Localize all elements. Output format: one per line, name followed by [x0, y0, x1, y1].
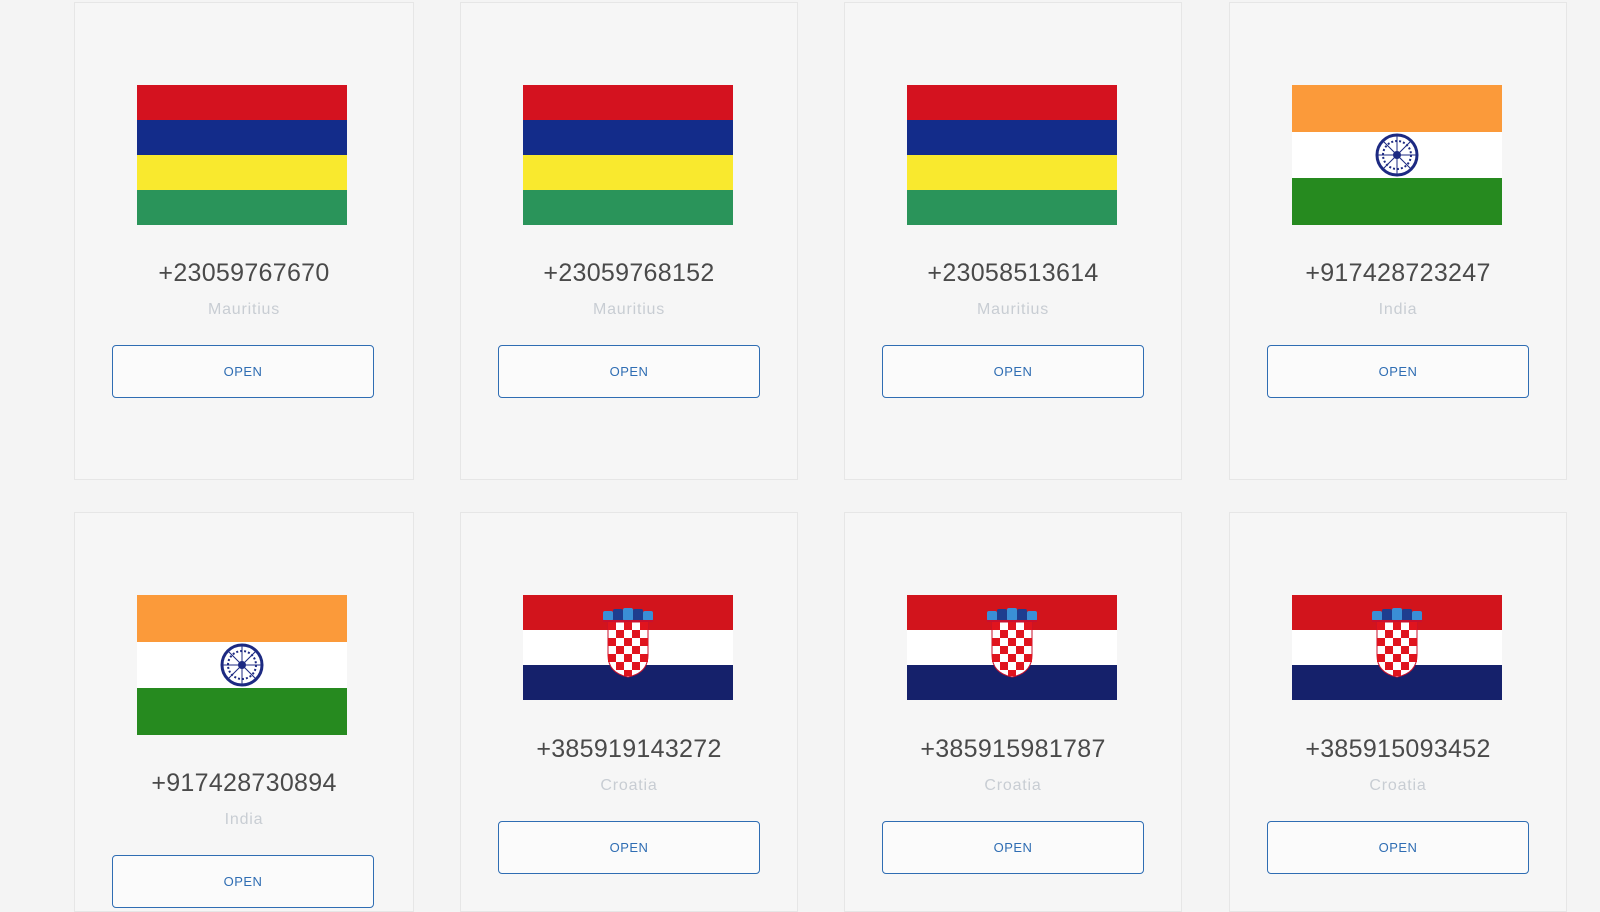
open-button[interactable]: OPEN	[1267, 345, 1529, 398]
phone-number: +23058513614	[927, 259, 1099, 287]
phone-number: +23059768152	[543, 259, 715, 287]
phone-number: +385915093452	[1305, 735, 1491, 763]
croatia-flag-icon	[907, 595, 1117, 700]
open-button[interactable]: OPEN	[498, 345, 760, 398]
phone-number: +23059767670	[158, 259, 330, 287]
phone-number: +917428723247	[1305, 259, 1491, 287]
phone-number: +385919143272	[536, 735, 722, 763]
country-name: Mauritius	[976, 301, 1050, 318]
mauritius-flag-icon	[523, 85, 733, 225]
mauritius-flag-icon	[907, 85, 1117, 225]
country-name: India	[224, 811, 264, 828]
croatia-flag-icon	[523, 595, 733, 700]
country-name: Croatia	[600, 777, 658, 794]
number-card-grid: +23059767670 Mauritius OPEN +23059768152…	[0, 0, 1600, 912]
number-card: +385915981787 Croatia OPEN	[844, 512, 1182, 912]
open-button[interactable]: OPEN	[1267, 821, 1529, 874]
phone-number: +385915981787	[920, 735, 1106, 763]
number-card: +917428730894 India OPEN	[74, 512, 414, 912]
country-name: Mauritius	[207, 301, 281, 318]
number-card: +23058513614 Mauritius OPEN	[844, 2, 1182, 480]
number-card: +23059767670 Mauritius OPEN	[74, 2, 414, 480]
open-button[interactable]: OPEN	[112, 345, 374, 398]
number-card: +385915093452 Croatia OPEN	[1229, 512, 1567, 912]
open-button[interactable]: OPEN	[498, 821, 760, 874]
country-name: India	[1378, 301, 1418, 318]
country-name: Mauritius	[592, 301, 666, 318]
open-button[interactable]: OPEN	[112, 855, 374, 908]
india-flag-icon	[137, 595, 347, 735]
open-button[interactable]: OPEN	[882, 345, 1144, 398]
mauritius-flag-icon	[137, 85, 347, 225]
phone-number: +917428730894	[151, 769, 337, 797]
number-card: +917428723247 India OPEN	[1229, 2, 1567, 480]
croatia-flag-icon	[1292, 595, 1502, 700]
open-button[interactable]: OPEN	[882, 821, 1144, 874]
country-name: Croatia	[984, 777, 1042, 794]
number-card: +23059768152 Mauritius OPEN	[460, 2, 798, 480]
number-card: +385919143272 Croatia OPEN	[460, 512, 798, 912]
country-name: Croatia	[1369, 777, 1427, 794]
india-flag-icon	[1292, 85, 1502, 225]
